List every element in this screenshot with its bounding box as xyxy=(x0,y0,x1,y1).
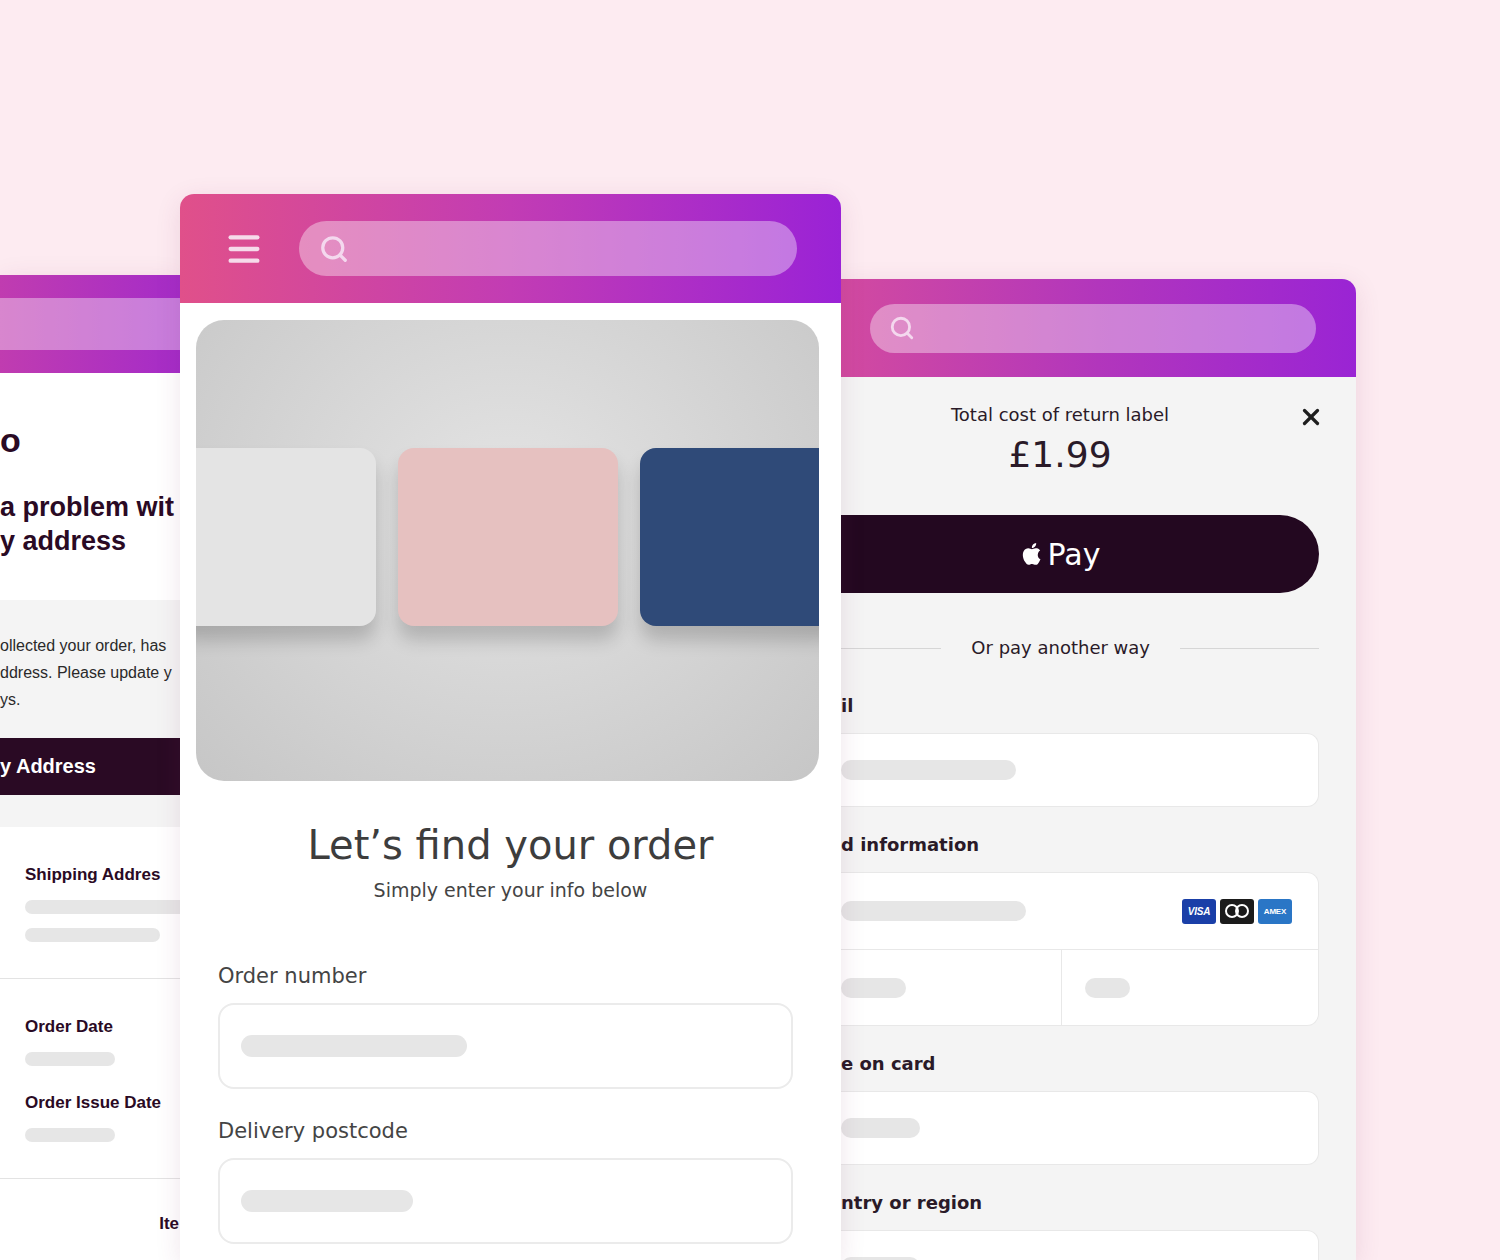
card-details-row xyxy=(841,949,1318,1025)
subheading-line: a problem wit xyxy=(0,490,180,524)
placeholder-bar xyxy=(841,1118,920,1138)
cost-summary: Total cost of return label £1.99 xyxy=(841,403,1356,477)
placeholder-bar xyxy=(841,1257,920,1260)
mastercard-icon xyxy=(1220,899,1254,924)
field-label: il xyxy=(841,695,1319,717)
screen-body: Total cost of return label £1.99 Pay Or pay… xyxy=(841,377,1356,1260)
text-field[interactable] xyxy=(841,733,1319,807)
placeholder-bar xyxy=(841,978,906,998)
field-label: Order number xyxy=(218,963,793,989)
text-field[interactable] xyxy=(841,1091,1319,1165)
placeholder-bar xyxy=(25,928,160,942)
title: Let’s find your order xyxy=(180,821,841,869)
search-icon xyxy=(889,315,915,341)
divider-line xyxy=(1180,648,1319,649)
circle-icon xyxy=(1235,904,1249,918)
detail-item: Order Date xyxy=(25,1016,180,1066)
header-bar xyxy=(841,279,1356,377)
detail-label: Shipping Addres xyxy=(25,864,180,886)
payment-screen: Total cost of return label £1.99 Pay Or pay… xyxy=(841,279,1356,1260)
placeholder-bar xyxy=(25,1052,115,1066)
summary-label: Total cost of return label xyxy=(951,403,1169,427)
details-section: Shipping Addres xyxy=(0,827,180,979)
amex-icon: AMEX xyxy=(1258,899,1292,924)
subtitle: Simply enter your info below xyxy=(180,878,841,902)
screen-body: o a problem wity address ollected your ord… xyxy=(0,373,180,1260)
placeholder-bar xyxy=(1085,978,1130,998)
grey-bag xyxy=(196,448,376,626)
subheading: a problem wity address xyxy=(0,490,180,558)
header-bar xyxy=(180,194,841,303)
expiry-field[interactable] xyxy=(841,950,1061,1025)
detail-item: Order Issue Date xyxy=(25,1092,180,1142)
search-field[interactable] xyxy=(0,298,180,350)
apple-icon xyxy=(1020,539,1046,569)
placeholder-bar xyxy=(841,760,1016,780)
update-address-button[interactable]: y Address xyxy=(0,738,180,795)
price: £1.99 xyxy=(1008,433,1111,477)
product-photo xyxy=(196,320,819,781)
divider-line xyxy=(841,648,941,649)
close-icon xyxy=(1298,404,1324,430)
card-field[interactable]: VISA AMEX xyxy=(841,872,1319,1026)
divider: Or pay another way xyxy=(841,636,1319,660)
detail-label: Order Issue Date xyxy=(25,1092,180,1114)
wallet-label: Pay xyxy=(1048,537,1101,572)
navy-bag xyxy=(640,448,820,626)
address-problem-screen: o a problem wity address ollected your ord… xyxy=(0,275,180,1260)
placeholder-bar xyxy=(841,901,1026,921)
divider-text: Or pay another way xyxy=(941,636,1180,660)
placeholder-bar xyxy=(241,1035,467,1057)
field-label: e on card xyxy=(841,1053,1319,1075)
canvas: o a problem wity address ollected your ord… xyxy=(0,0,1500,1260)
field-label: Delivery postcode xyxy=(218,1118,793,1144)
visa-icon: VISA xyxy=(1182,899,1216,924)
items-label: Ite xyxy=(0,1213,180,1235)
card-brands: VISA AMEX xyxy=(1182,899,1292,924)
text-field[interactable] xyxy=(218,1003,793,1089)
close-button[interactable] xyxy=(1298,404,1324,430)
detail-item: Shipping Addres xyxy=(25,864,180,942)
heading: o xyxy=(0,419,180,461)
header-bar xyxy=(0,275,180,373)
detail-label: Order Date xyxy=(25,1016,180,1038)
pink-bag xyxy=(398,448,618,626)
order-form: Order number Delivery postcode xyxy=(180,902,841,1244)
find-order-screen: Let’s find your order Simply enter your i… xyxy=(180,194,841,1260)
placeholder-bar xyxy=(241,1190,413,1212)
search-field[interactable] xyxy=(299,221,797,276)
summary-text: Total cost of return label £1.99 xyxy=(841,403,1279,477)
placeholder-bar xyxy=(25,1128,115,1142)
search-icon xyxy=(319,234,349,264)
field-label: d information xyxy=(841,834,1319,856)
notice-line: ys. xyxy=(0,686,180,713)
search-field[interactable] xyxy=(870,304,1316,353)
menu-icon[interactable] xyxy=(224,229,264,269)
subheading-line: y address xyxy=(0,524,180,558)
notice-line: ollected your order, has xyxy=(0,632,180,659)
notice-line: ddress. Please update y xyxy=(0,659,180,686)
placeholder-bar xyxy=(25,900,180,914)
notice-box: ollected your order, hasddress. Please u… xyxy=(0,600,180,827)
details-section: Order Date Order Issue Date xyxy=(0,979,180,1179)
card-number-row[interactable]: VISA AMEX xyxy=(841,873,1318,949)
text-field[interactable] xyxy=(218,1158,793,1244)
text-field[interactable] xyxy=(841,1230,1319,1260)
apple-pay-button[interactable]: Pay xyxy=(841,515,1319,593)
payment-form: Pay Or pay another way il d information VISA… xyxy=(841,477,1319,1260)
field-label: ntry or region xyxy=(841,1192,1319,1214)
cvc-field[interactable] xyxy=(1061,950,1318,1025)
